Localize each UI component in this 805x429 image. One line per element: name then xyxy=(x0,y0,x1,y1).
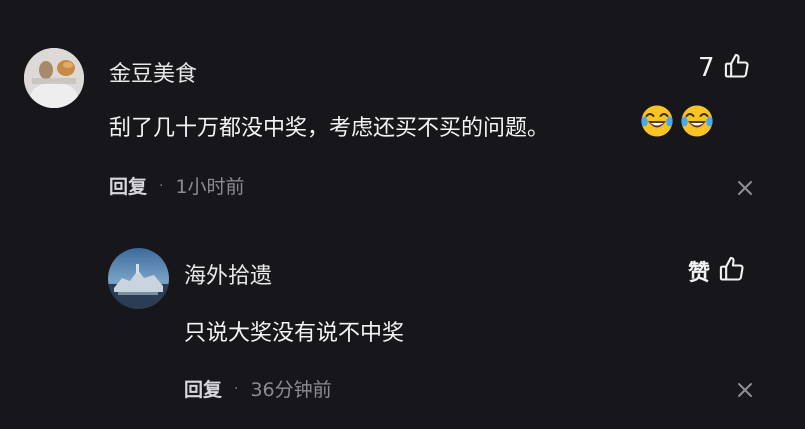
like-button[interactable]: 7 xyxy=(698,52,751,84)
avatar[interactable] xyxy=(108,248,169,309)
reply-button[interactable]: 回复 xyxy=(109,172,147,199)
reply-button[interactable]: 回复 xyxy=(184,375,222,402)
laughing-crying-emoji xyxy=(680,104,714,142)
username[interactable]: 海外拾遗 xyxy=(184,258,272,290)
thumbs-up-icon xyxy=(723,52,751,84)
avatar-image xyxy=(108,248,169,309)
close-icon xyxy=(738,383,752,397)
separator: · xyxy=(159,177,164,194)
close-button[interactable] xyxy=(735,178,755,198)
comment-meta: 回复 · 1小时前 xyxy=(109,172,245,199)
like-button[interactable]: 赞 xyxy=(688,255,746,287)
username[interactable]: 金豆美食 xyxy=(109,56,197,88)
comment-text: 只说大奖没有说不中奖 xyxy=(184,321,405,346)
close-button[interactable] xyxy=(735,380,755,400)
avatar[interactable] xyxy=(24,48,84,108)
comment-meta: 回复 · 36分钟前 xyxy=(184,375,332,402)
like-label: 赞 xyxy=(688,261,711,286)
timestamp: 36分钟前 xyxy=(250,379,332,401)
like-count: 7 xyxy=(698,53,715,83)
thumbs-up-icon xyxy=(718,255,746,287)
comment-text: 刮了几十万都没中奖，考虑还买不买的问题。 xyxy=(109,116,550,141)
close-icon xyxy=(738,181,752,195)
separator: · xyxy=(234,380,239,397)
timestamp: 1小时前 xyxy=(175,176,245,198)
laughing-crying-emoji xyxy=(640,104,674,142)
avatar-image xyxy=(24,48,84,108)
